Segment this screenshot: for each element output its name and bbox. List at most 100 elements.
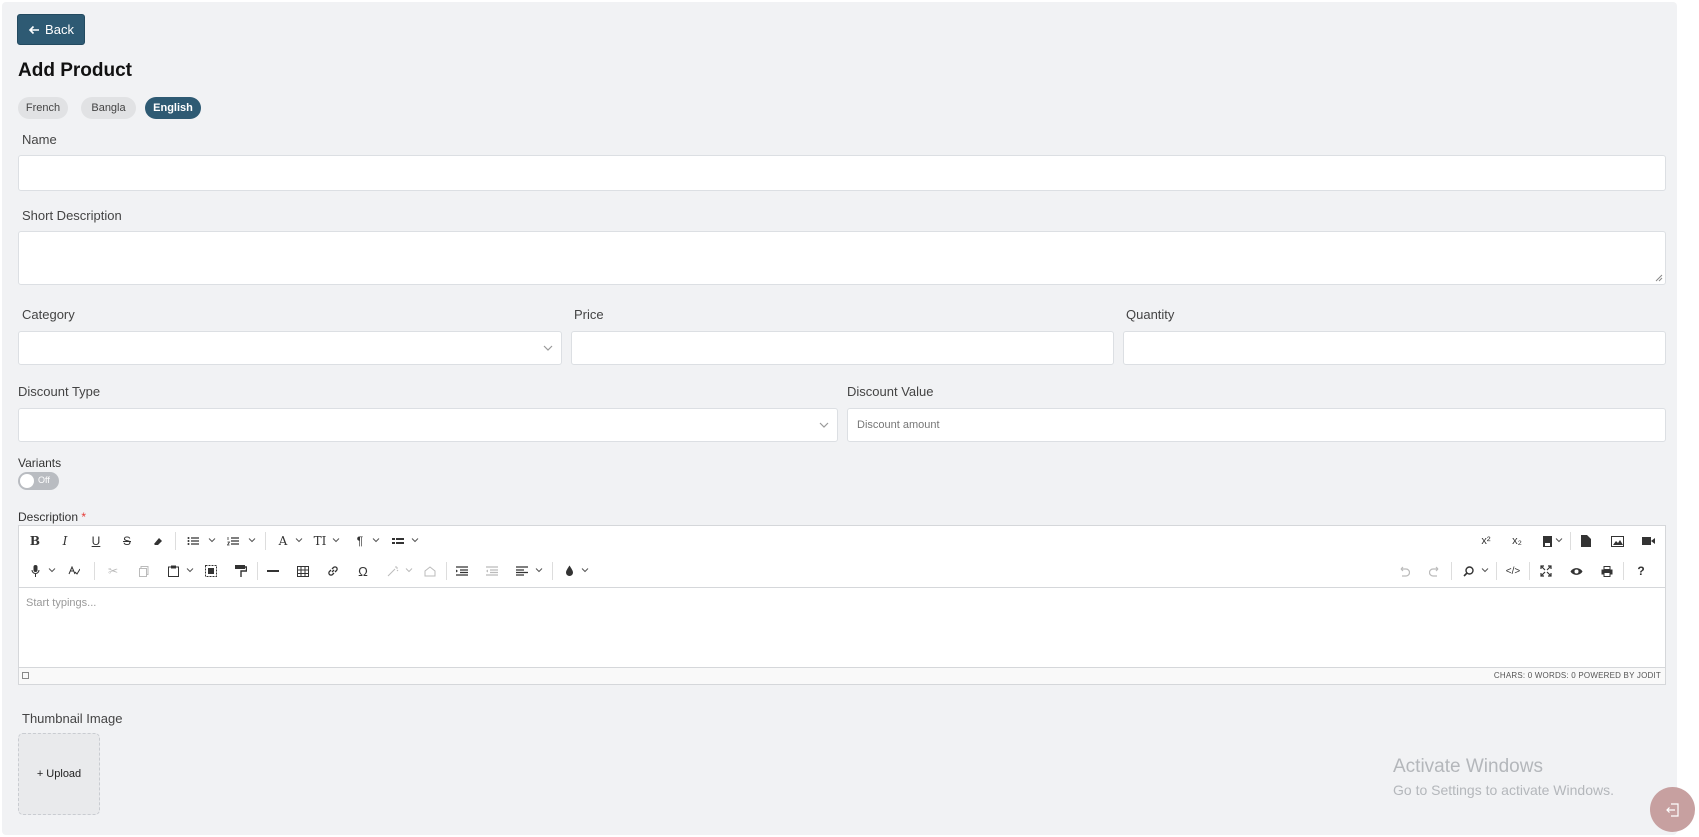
- discount-type-label: Discount Type: [18, 384, 101, 399]
- underline-icon[interactable]: U: [87, 533, 105, 549]
- discount-value-label: Discount Value: [847, 384, 934, 399]
- category-label: Category: [22, 307, 75, 322]
- link-icon[interactable]: [324, 563, 342, 579]
- price-input[interactable]: [571, 331, 1114, 365]
- back-button[interactable]: Back: [17, 14, 85, 45]
- name-label: Name: [22, 132, 57, 147]
- chevron-down-icon[interactable]: [1481, 566, 1489, 574]
- editor-content-area[interactable]: Start typings...: [19, 588, 1665, 668]
- tab-bangla[interactable]: Bangla: [81, 97, 136, 119]
- toolbar-separator: [175, 532, 176, 550]
- toolbar-separator: [1570, 532, 1571, 550]
- chevron-down-icon[interactable]: [208, 536, 216, 544]
- help-icon[interactable]: ?: [1632, 563, 1650, 579]
- indent-icon[interactable]: [453, 563, 471, 579]
- chevron-down-icon[interactable]: [48, 566, 56, 574]
- paste-text-icon[interactable]: [421, 563, 439, 579]
- activation-watermark-title: Activate Windows: [1393, 756, 1543, 777]
- format-painter-icon[interactable]: [232, 563, 250, 579]
- editor-status-text: CHARS: 0 WORDS: 0 POWERED BY JODIT: [1493, 671, 1661, 680]
- preview-eye-icon[interactable]: [1567, 563, 1585, 579]
- logout-icon: [1665, 802, 1679, 817]
- short-description-textarea[interactable]: [18, 231, 1666, 285]
- short-description-label: Short Description: [22, 208, 122, 223]
- redo-icon[interactable]: [1426, 563, 1444, 579]
- chevron-down-icon[interactable]: [1555, 536, 1563, 544]
- discount-value-placeholder: Discount amount: [857, 419, 940, 431]
- toggle-text: Off: [38, 475, 50, 485]
- chevron-down-icon[interactable]: [248, 536, 256, 544]
- editor-resize-icon[interactable]: [22, 672, 29, 679]
- strikethrough-icon[interactable]: S: [118, 533, 136, 549]
- font-size-icon[interactable]: TI: [311, 533, 329, 549]
- variants-label: Variants: [18, 456, 62, 470]
- document-icon[interactable]: [1577, 533, 1595, 549]
- toolbar-separator: [446, 562, 447, 580]
- spellcheck-icon[interactable]: [65, 563, 83, 579]
- logout-button[interactable]: [1650, 787, 1695, 832]
- quantity-label: Quantity: [1126, 307, 1175, 322]
- quantity-input[interactable]: [1123, 331, 1666, 365]
- numbered-list-icon[interactable]: [224, 533, 242, 549]
- horizontal-line-icon[interactable]: [264, 563, 282, 579]
- discount-type-select[interactable]: [18, 408, 838, 442]
- font-icon[interactable]: A: [274, 533, 292, 549]
- activation-watermark-subtitle: Go to Settings to activate Windows.: [1393, 782, 1614, 798]
- classes-icon[interactable]: [389, 533, 407, 549]
- name-input[interactable]: [18, 155, 1666, 191]
- align-left-icon[interactable]: [513, 563, 531, 579]
- chevron-down-icon: [819, 422, 829, 428]
- undo-icon[interactable]: [1395, 563, 1413, 579]
- toolbar-separator: [265, 532, 266, 550]
- chevron-down-icon[interactable]: [581, 566, 589, 574]
- search-icon[interactable]: [1459, 563, 1477, 579]
- copy-icon[interactable]: [135, 563, 153, 579]
- thumbnail-upload-button[interactable]: + Upload: [18, 733, 100, 815]
- outdent-icon[interactable]: [483, 563, 501, 579]
- paragraph-icon[interactable]: ¶: [351, 533, 369, 549]
- toolbar-separator: [1496, 562, 1497, 580]
- rich-text-editor: B I U S A TI ¶ x² x₂ ✂ Ω </> ? Start typ…: [18, 525, 1666, 685]
- chevron-down-icon[interactable]: [186, 566, 194, 574]
- category-select[interactable]: [18, 331, 562, 365]
- variants-toggle[interactable]: Off: [18, 472, 59, 490]
- bold-icon[interactable]: B: [26, 533, 44, 549]
- video-icon[interactable]: [1639, 533, 1657, 549]
- discount-value-input[interactable]: Discount amount: [847, 408, 1666, 442]
- required-mark: *: [81, 510, 87, 524]
- fullscreen-icon[interactable]: [1537, 563, 1555, 579]
- chevron-down-icon[interactable]: [405, 566, 413, 574]
- chevron-down-icon[interactable]: [332, 536, 340, 544]
- toggle-knob: [20, 474, 34, 488]
- arrow-left-icon: [28, 25, 40, 34]
- price-label: Price: [574, 307, 604, 322]
- select-all-icon[interactable]: [202, 563, 220, 579]
- microphone-icon[interactable]: [26, 563, 44, 579]
- image-icon[interactable]: [1608, 533, 1626, 549]
- chevron-down-icon[interactable]: [535, 566, 543, 574]
- file-icon[interactable]: [1538, 533, 1556, 549]
- toolbar-separator: [1529, 562, 1530, 580]
- chevron-down-icon[interactable]: [295, 536, 303, 544]
- chevron-down-icon[interactable]: [411, 536, 419, 544]
- table-icon[interactable]: [294, 563, 312, 579]
- tab-french[interactable]: French: [18, 97, 68, 119]
- eraser-icon[interactable]: [149, 533, 167, 549]
- italic-icon[interactable]: I: [56, 533, 74, 549]
- subscript-icon[interactable]: x₂: [1508, 533, 1526, 549]
- resize-handle-icon[interactable]: [1655, 274, 1663, 282]
- special-character-icon[interactable]: Ω: [354, 563, 372, 579]
- color-drop-icon[interactable]: [560, 563, 578, 579]
- back-label: Back: [45, 22, 74, 37]
- source-code-icon[interactable]: </>: [1504, 563, 1522, 579]
- chevron-down-icon: [543, 345, 553, 351]
- tab-english[interactable]: English: [145, 97, 201, 119]
- bullet-list-icon[interactable]: [184, 533, 202, 549]
- magic-wand-icon[interactable]: [384, 563, 402, 579]
- paste-icon[interactable]: [164, 563, 182, 579]
- print-icon[interactable]: [1598, 563, 1616, 579]
- chevron-down-icon[interactable]: [372, 536, 380, 544]
- editor-toolbar-row-1: B I U S A TI ¶ x² x₂: [19, 526, 1665, 556]
- superscript-icon[interactable]: x²: [1477, 533, 1495, 549]
- cut-icon[interactable]: ✂: [104, 563, 122, 579]
